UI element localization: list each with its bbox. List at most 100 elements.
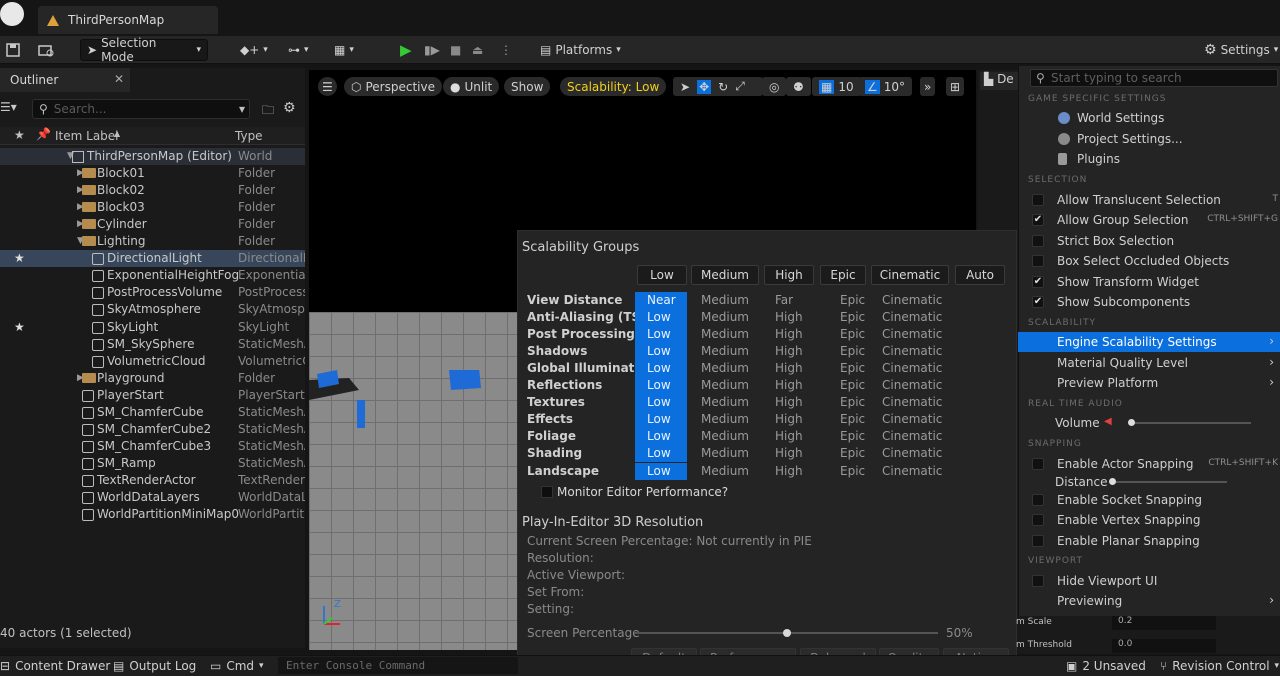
favorite-star-icon[interactable]: ★ xyxy=(14,320,25,334)
outliner-folder-row[interactable]: ▶ Playground Folder xyxy=(0,370,305,387)
favorite-star-icon[interactable]: ★ xyxy=(14,251,25,265)
outliner-actor-row[interactable]: WorldPartitionMiniMap0WorldPartitic xyxy=(0,506,305,523)
scalability-level-cell[interactable]: High xyxy=(775,378,803,392)
scalability-level-cell[interactable]: Cinematic xyxy=(882,293,942,307)
outliner-folder-row[interactable]: ▶ Block01 Folder xyxy=(0,165,305,182)
scalability-level-cell[interactable]: High xyxy=(775,429,803,443)
menu-plugins[interactable]: Plugins xyxy=(1018,149,1280,169)
menu-actor-snapping[interactable]: Enable Actor Snapping CTRL+SHIFT+K xyxy=(1018,454,1280,474)
outliner-actor-row[interactable]: SM_ChamferCube2 StaticMeshA xyxy=(0,421,305,438)
scalability-level-cell[interactable]: Near xyxy=(635,292,687,309)
add-folder-icon[interactable]: 🗀 xyxy=(262,101,274,122)
menu-planar-snapping[interactable]: Enable Planar Snapping xyxy=(1018,531,1280,551)
play-options-icon[interactable]: ⋮ xyxy=(494,39,518,61)
scalability-level-cell[interactable]: Medium xyxy=(701,293,749,307)
scale-property-input[interactable]: 0.2 xyxy=(1112,616,1216,630)
menu-volume[interactable]: Volume ◀ xyxy=(1018,413,1280,433)
save-icon[interactable] xyxy=(0,39,26,61)
scalability-level-cell[interactable]: Cinematic xyxy=(882,446,942,460)
distance-thumb[interactable] xyxy=(1109,478,1116,485)
scalability-level-cell[interactable]: Medium xyxy=(701,464,749,478)
outliner-actor-row[interactable]: SM_ChamferCube3 StaticMeshA xyxy=(0,438,305,455)
menu-previewing[interactable]: Previewing › xyxy=(1018,591,1280,611)
scalability-level-cell[interactable]: High xyxy=(775,412,803,426)
output-log-button[interactable]: ▤ Output Log xyxy=(113,659,196,673)
eject-icon[interactable]: ⏏ xyxy=(466,39,489,61)
scalability-level-cell[interactable]: Medium xyxy=(701,395,749,409)
checkbox[interactable] xyxy=(1032,255,1044,267)
menu-strict-box[interactable]: Strict Box Selection xyxy=(1018,231,1280,251)
scalability-level-cell[interactable]: Low xyxy=(635,462,687,480)
menu-show-transform[interactable]: ✔ Show Transform Widget xyxy=(1018,272,1280,292)
scalability-level-cell[interactable]: High xyxy=(775,446,803,460)
volume-slider[interactable] xyxy=(1131,422,1251,424)
screen-percentage-thumb[interactable] xyxy=(782,629,791,637)
scalability-level-cell[interactable]: Cinematic xyxy=(882,344,942,358)
scalability-level-cell[interactable]: High xyxy=(775,327,803,341)
menu-distance[interactable]: Distance xyxy=(1018,472,1280,492)
content-drawer-button[interactable]: ⊟ Content Drawer xyxy=(0,659,110,673)
level-tab[interactable]: ThirdPersonMap xyxy=(38,6,218,34)
scalability-level-cell[interactable]: Epic xyxy=(840,361,865,375)
show-button[interactable]: Show xyxy=(504,77,551,96)
type-column[interactable]: Type xyxy=(235,129,263,143)
rotation-snap-button[interactable]: ∠ 10° xyxy=(858,77,913,96)
scalability-level-cell[interactable]: Cinematic xyxy=(882,395,942,409)
menu-project-settings[interactable]: Project Settings... xyxy=(1018,129,1280,149)
scalability-level-cell[interactable]: Epic xyxy=(840,446,865,460)
viewport-menu-button[interactable]: ☰ xyxy=(318,77,337,96)
outliner-actor-row[interactable]: WorldDataLayers WorldDataLa xyxy=(0,489,305,506)
scale-tool-icon[interactable]: ⤢ xyxy=(735,79,745,94)
scalability-level-cell[interactable]: Medium xyxy=(701,310,749,324)
volume-thumb[interactable] xyxy=(1128,419,1135,426)
scalability-level-cell[interactable]: Epic xyxy=(840,378,865,392)
scalability-level-cell[interactable]: Epic xyxy=(840,412,865,426)
platforms-button[interactable]: ▤ Platforms ▾ xyxy=(534,39,627,61)
scalability-level-cell[interactable]: Cinematic xyxy=(882,361,942,375)
checkbox[interactable] xyxy=(1032,575,1044,587)
scalability-level-cell[interactable]: Low xyxy=(635,394,687,412)
checkbox[interactable] xyxy=(1032,458,1044,470)
scalability-level-cell[interactable]: Medium xyxy=(701,429,749,443)
menu-socket-snapping[interactable]: Enable Socket Snapping xyxy=(1018,490,1280,510)
quality-cinematic-button[interactable]: Cinematic xyxy=(871,265,949,285)
world-local-toggle[interactable]: ◎ xyxy=(762,77,787,96)
scalability-level-cell[interactable]: High xyxy=(775,464,803,478)
scalability-level-cell[interactable]: Low xyxy=(635,309,687,327)
scalability-level-cell[interactable]: Epic xyxy=(840,310,865,324)
menu-preview-platform[interactable]: Preview Platform › xyxy=(1018,373,1280,393)
play-icon[interactable]: ▶ xyxy=(394,39,418,61)
scalability-level-cell[interactable]: Medium xyxy=(701,412,749,426)
gear-icon[interactable]: ⚙ xyxy=(283,100,296,116)
outliner-actor-row[interactable]: SkyLight SkyLight ★ xyxy=(0,319,305,336)
checkbox-checked[interactable]: ✔ xyxy=(1032,276,1044,288)
scalability-level-cell[interactable]: Cinematic xyxy=(882,378,942,392)
outliner-actor-row[interactable]: DirectionalLight DirectionalLi ★ xyxy=(0,250,305,268)
monitor-performance-checkbox[interactable] xyxy=(541,486,553,498)
distance-slider[interactable] xyxy=(1112,481,1227,483)
outliner-actor-row[interactable]: VolumetricCloud VolumetricCl xyxy=(0,353,305,370)
menu-vertex-snapping[interactable]: Enable Vertex Snapping xyxy=(1018,510,1280,530)
content-browser-icon[interactable] xyxy=(32,39,60,61)
scalability-level-cell[interactable]: Low xyxy=(635,411,687,429)
menu-box-occluded[interactable]: Box Select Occluded Objects xyxy=(1018,251,1280,271)
scalability-level-cell[interactable]: Medium xyxy=(701,446,749,460)
scalability-level-cell[interactable]: High xyxy=(775,344,803,358)
menu-hide-viewport-ui[interactable]: Hide Viewport UI xyxy=(1018,571,1280,591)
favorite-column-icon[interactable]: ★ xyxy=(14,128,25,142)
threshold-property-input[interactable]: 0.0 xyxy=(1112,639,1216,653)
menu-engine-scalability[interactable]: Engine Scalability Settings › xyxy=(1018,332,1280,352)
menu-allow-group[interactable]: ✔ Allow Group Selection CTRL+SHIFT+G xyxy=(1018,210,1280,230)
scalability-level-cell[interactable]: Epic xyxy=(840,327,865,341)
scalability-level-cell[interactable]: Far xyxy=(775,293,793,307)
scalability-level-cell[interactable]: Low xyxy=(635,428,687,446)
scalability-level-cell[interactable]: Epic xyxy=(840,395,865,409)
details-tab[interactable]: ▙ De xyxy=(980,72,1020,90)
menu-show-subcomponents[interactable]: ✔ Show Subcomponents xyxy=(1018,292,1280,312)
step-icon[interactable]: ▮▶ xyxy=(418,39,446,61)
outliner-search-input[interactable]: ⚲ Search... ▾ xyxy=(32,99,250,119)
scalability-level-cell[interactable]: Low xyxy=(635,377,687,395)
quality-medium-button[interactable]: Medium xyxy=(691,265,759,285)
outliner-folder-row[interactable]: ▼ Lighting Folder xyxy=(0,233,305,250)
cmd-dropdown[interactable]: ▭ Cmd ▾ xyxy=(210,659,264,673)
